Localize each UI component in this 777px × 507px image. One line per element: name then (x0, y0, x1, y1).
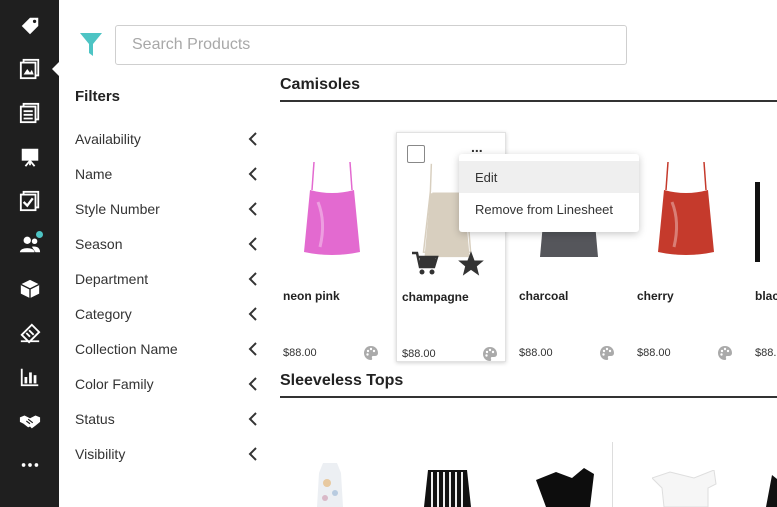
section-divider (280, 396, 777, 398)
filter-label: Collection Name (75, 341, 178, 357)
filter-label: Name (75, 166, 113, 182)
filter-label: Department (75, 271, 149, 287)
presentation-icon[interactable] (0, 142, 59, 172)
chevron-left-icon (248, 342, 257, 356)
product-image[interactable] (632, 152, 742, 262)
filter-season[interactable]: Season (75, 233, 258, 255)
filter-label: Style Number (75, 201, 160, 217)
menu-item-remove-from-linesheet[interactable]: Remove from Linesheet (459, 193, 639, 225)
product-image-striped-top[interactable] (420, 470, 475, 507)
product-image[interactable] (278, 152, 388, 262)
catalog-icon[interactable] (0, 98, 59, 128)
box-icon[interactable] (0, 274, 59, 304)
checklist-icon[interactable] (0, 186, 59, 216)
chevron-left-icon (248, 447, 257, 461)
filter-visibility[interactable]: Visibility (75, 443, 258, 465)
app-navigation-rail (0, 0, 59, 507)
chevron-left-icon (248, 167, 257, 181)
filter-label: Season (75, 236, 123, 252)
product-image[interactable] (750, 152, 777, 262)
color-palette-icon[interactable] (599, 345, 615, 361)
product-image-floral-top[interactable] (305, 463, 355, 507)
filter-name[interactable]: Name (75, 163, 258, 185)
more-icon[interactable] (0, 450, 59, 480)
chevron-left-icon (248, 377, 257, 391)
filter-label: Category (75, 306, 132, 322)
linesheet-icon[interactable] (0, 54, 59, 84)
filter-label: Status (75, 411, 115, 427)
product-name: neon pink (283, 289, 340, 303)
filter-category[interactable]: Category (75, 303, 258, 325)
active-indicator (52, 62, 59, 76)
color-palette-icon[interactable] (717, 345, 733, 361)
orders-icon[interactable] (0, 318, 59, 348)
product-name: cherry (637, 289, 674, 303)
color-palette-icon[interactable] (482, 346, 498, 362)
favorite-star-icon[interactable] (457, 250, 485, 278)
analytics-icon[interactable] (0, 362, 59, 392)
notification-dot (36, 231, 43, 238)
select-checkbox[interactable] (407, 145, 425, 163)
product-name: champagne (402, 290, 469, 304)
grid-divider (612, 442, 613, 507)
filter-department[interactable]: Department (75, 268, 258, 290)
chevron-left-icon (248, 272, 257, 286)
chevron-left-icon (248, 237, 257, 251)
product-image-black-asymmetric-top[interactable] (536, 468, 598, 507)
add-to-cart-icon[interactable] (411, 251, 439, 277)
product-card[interactable]: cherry $88.00 (632, 132, 742, 362)
product-name: blac (755, 289, 777, 303)
product-name: charcoal (519, 289, 569, 303)
section-title-sleeveless-tops: Sleeveless Tops (280, 372, 404, 389)
chevron-left-icon (248, 412, 257, 426)
handshake-icon[interactable] (0, 406, 59, 436)
product-image-white-top[interactable] (652, 470, 720, 507)
filters-heading: Filters (75, 88, 121, 105)
product-price: $88.00 (637, 347, 671, 359)
users-icon[interactable] (0, 229, 59, 259)
filter-status[interactable]: Status (75, 408, 258, 430)
filter-icon[interactable] (79, 32, 103, 58)
product-price: $88.00 (402, 348, 436, 360)
more-options-button[interactable]: ... (471, 139, 483, 155)
product-price: $88.00 (519, 347, 553, 359)
section-title-camisoles: Camisoles (280, 76, 361, 93)
filter-label: Visibility (75, 446, 126, 462)
product-card[interactable]: neon pink $88.00 (278, 132, 388, 362)
filter-label: Availability (75, 131, 141, 147)
filter-style-number[interactable]: Style Number (75, 198, 258, 220)
filter-availability[interactable]: Availability (75, 128, 258, 150)
section-divider (280, 100, 777, 102)
product-context-menu: Edit Remove from Linesheet (459, 154, 639, 232)
chevron-left-icon (248, 307, 257, 321)
product-price: $88.00 (283, 347, 317, 359)
tag-icon[interactable] (0, 11, 59, 41)
filter-label: Color Family (75, 376, 154, 392)
chevron-left-icon (248, 202, 257, 216)
product-image-partial[interactable] (766, 475, 777, 507)
product-card[interactable]: blac $88. (750, 132, 777, 362)
search-input[interactable] (115, 25, 627, 65)
color-palette-icon[interactable] (363, 345, 379, 361)
filter-color-family[interactable]: Color Family (75, 373, 258, 395)
filter-collection-name[interactable]: Collection Name (75, 338, 258, 360)
menu-item-edit[interactable]: Edit (459, 161, 639, 193)
chevron-left-icon (248, 132, 257, 146)
product-price: $88. (755, 347, 777, 359)
